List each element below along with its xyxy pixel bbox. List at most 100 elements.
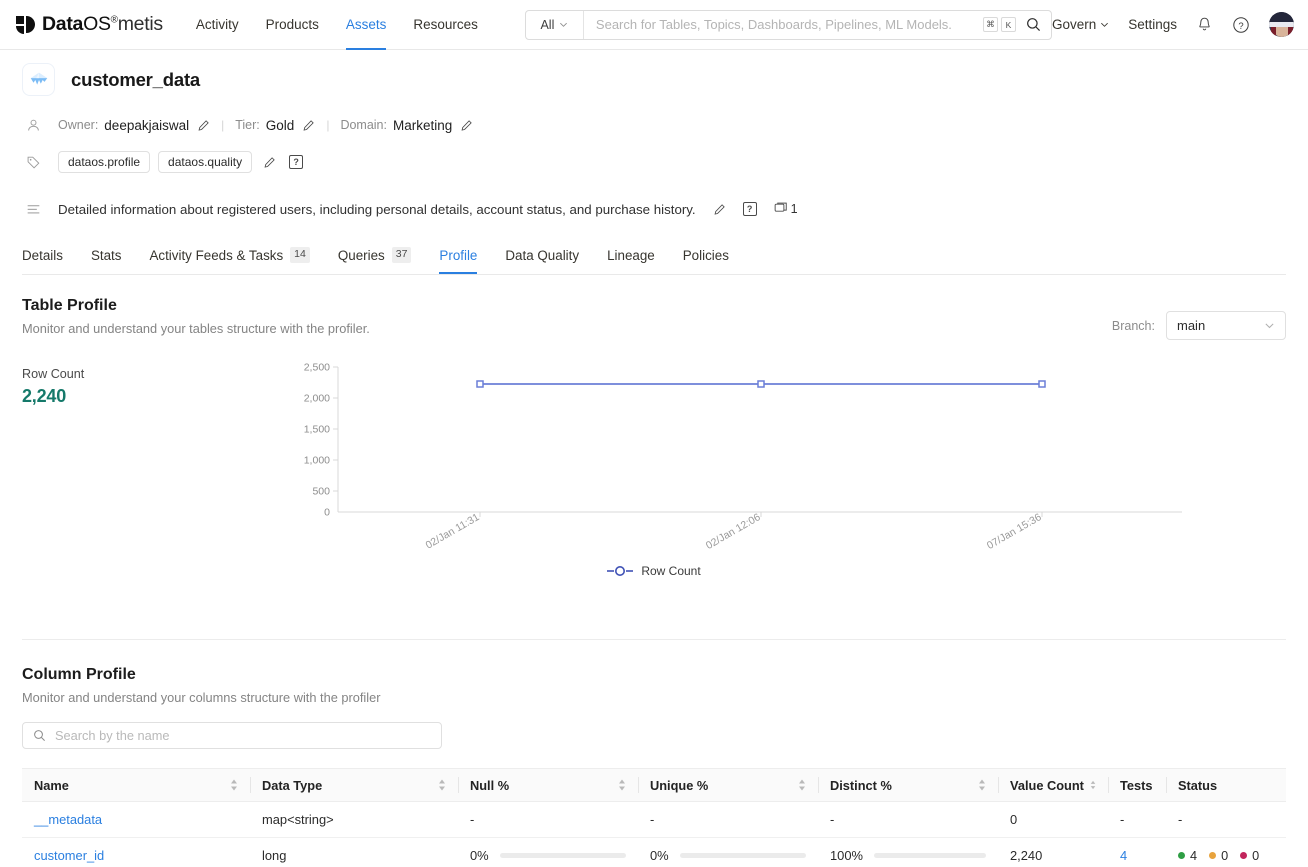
govern-menu[interactable]: Govern: [1052, 17, 1109, 32]
cell-name: __metadata: [22, 801, 250, 838]
tab-activity-feeds-tasks[interactable]: Activity Feeds & Tasks 14: [149, 247, 310, 274]
branch-selector-group: Branch: main: [1112, 297, 1286, 340]
edit-domain-button[interactable]: [460, 119, 473, 132]
bell-icon[interactable]: [1196, 16, 1213, 33]
column-header-name[interactable]: Name: [22, 768, 250, 802]
column-name-link[interactable]: customer_id: [34, 848, 104, 863]
column-header-tests[interactable]: Tests: [1108, 768, 1166, 802]
brand-registered-mark: ®: [110, 14, 118, 26]
column-header-distinct-pct[interactable]: Distinct %: [818, 768, 998, 802]
description-comments-button[interactable]: 1: [774, 202, 798, 216]
nav-link-activity[interactable]: Activity: [196, 0, 239, 50]
column-header-status: Status: [1166, 768, 1286, 802]
header-label: Unique %: [650, 777, 709, 793]
sort-icon: [1090, 780, 1096, 790]
table-profile-subtitle: Monitor and understand your tables struc…: [22, 321, 370, 336]
column-profile-subtitle: Monitor and understand your columns stru…: [22, 690, 381, 705]
nav-link-resources[interactable]: Resources: [413, 0, 478, 50]
status-error: 0: [1240, 849, 1259, 863]
domain-label: Domain:: [340, 118, 387, 132]
column-header-value-count[interactable]: Value Count: [998, 768, 1108, 802]
tab-label: Data Quality: [505, 248, 580, 263]
ytick-2500: 2,500: [304, 362, 330, 374]
search-icon: [1027, 18, 1040, 32]
header-label: Status: [1178, 777, 1218, 793]
table-profile-section-header: Table Profile Monitor and understand you…: [22, 297, 1286, 340]
header-label: Name: [34, 777, 69, 793]
tags-help-icon[interactable]: ?: [289, 155, 304, 169]
global-search-input[interactable]: [583, 10, 983, 39]
kbd-k: K: [1000, 17, 1016, 32]
tab-policies[interactable]: Policies: [683, 248, 729, 274]
ytick-500: 500: [312, 486, 330, 498]
ytick-0: 0: [324, 507, 330, 519]
search-scope-dropdown[interactable]: All: [526, 10, 584, 39]
global-search-bar: All ⌘ K: [524, 9, 1052, 40]
column-header-data-type[interactable]: Data Type: [250, 768, 458, 802]
tests-count-link[interactable]: 4: [1120, 848, 1127, 863]
asset-header: customer_data: [22, 50, 1286, 96]
asset-description-row: Detailed information about registered us…: [22, 199, 1286, 219]
branch-value: main: [1177, 318, 1206, 333]
legend-label-row-count[interactable]: Row Count: [641, 564, 700, 578]
unique-pct-value: 0%: [650, 848, 669, 863]
table-row[interactable]: __metadata map<string> - - - 0 - -: [22, 801, 1286, 838]
govern-label: Govern: [1051, 17, 1097, 32]
tab-label: Policies: [682, 248, 729, 263]
tab-lineage[interactable]: Lineage: [607, 248, 655, 274]
tier-value: Gold: [265, 117, 295, 133]
tab-label: Profile: [439, 248, 478, 263]
cell-value-count: 2,240: [998, 837, 1108, 867]
pencil-icon: [303, 119, 315, 131]
tab-queries[interactable]: Queries 37: [338, 247, 412, 274]
chevron-down-icon: [560, 22, 568, 27]
nav-link-products[interactable]: Products: [266, 0, 319, 50]
sort-icon: [799, 779, 805, 791]
header-label: Distinct %: [830, 777, 892, 793]
cell-data-type: map<string>: [250, 801, 458, 838]
tab-details[interactable]: Details: [22, 248, 63, 274]
tab-data-quality[interactable]: Data Quality: [505, 248, 579, 274]
svg-text:?: ?: [1238, 20, 1243, 31]
tag-chip-dataos-profile[interactable]: dataos.profile: [58, 151, 151, 173]
nav-link-assets[interactable]: Assets: [345, 0, 387, 50]
xtick-label-1: 02/Jan 12:06: [704, 511, 763, 552]
user-icon: [22, 118, 58, 133]
iceberg-glyph: [30, 72, 47, 85]
tab-label: Stats: [90, 248, 122, 263]
nav-right-group: Govern Settings ?: [1052, 12, 1294, 37]
meta-divider: |: [221, 118, 225, 132]
edit-description-button[interactable]: [713, 203, 726, 216]
user-avatar[interactable]: [1269, 12, 1294, 37]
table-profile-title: Table Profile: [22, 297, 117, 314]
cell-null-pct: -: [458, 801, 638, 838]
table-row[interactable]: customer_id long 0% 0% 100% 2,240 4 4 0 …: [22, 837, 1286, 867]
sort-icon: [231, 779, 237, 791]
column-header-unique-pct[interactable]: Unique %: [638, 768, 818, 802]
settings-link[interactable]: Settings: [1128, 17, 1177, 32]
row-count-chart: 2,500 2,000 1,500 1,000 500 0 02/Jan 11:…: [22, 359, 1286, 614]
edit-owner-button[interactable]: [197, 119, 210, 132]
tab-label: Details: [22, 248, 63, 263]
column-name-link[interactable]: __metadata: [34, 812, 102, 827]
edit-tags-button[interactable]: [263, 156, 276, 169]
column-header-null-pct[interactable]: Null %: [458, 768, 638, 802]
brand-logo[interactable]: DataOS®metis: [16, 13, 163, 36]
edit-tier-button[interactable]: [302, 119, 315, 132]
tag-chip-dataos-quality[interactable]: dataos.quality: [158, 151, 253, 173]
description-help-icon[interactable]: ?: [742, 202, 757, 216]
tab-stats[interactable]: Stats: [91, 248, 122, 274]
branch-label: Branch:: [1111, 318, 1155, 333]
cell-status: -: [1166, 801, 1286, 838]
column-search-input[interactable]: [55, 728, 431, 743]
search-submit-button[interactable]: [1022, 17, 1051, 32]
xtick-label-0: 02/Jan 11:31: [424, 511, 482, 551]
owner-label: Owner:: [58, 118, 99, 132]
comment-icon: [774, 202, 787, 212]
tab-profile[interactable]: Profile: [439, 248, 478, 274]
help-circle-icon[interactable]: ?: [1232, 16, 1250, 34]
top-navigation-bar: DataOS®metis Activity Products Assets Re…: [0, 0, 1308, 50]
branch-dropdown[interactable]: main: [1166, 311, 1286, 340]
ytick-1500: 1,500: [304, 424, 330, 436]
search-icon: [34, 730, 45, 741]
